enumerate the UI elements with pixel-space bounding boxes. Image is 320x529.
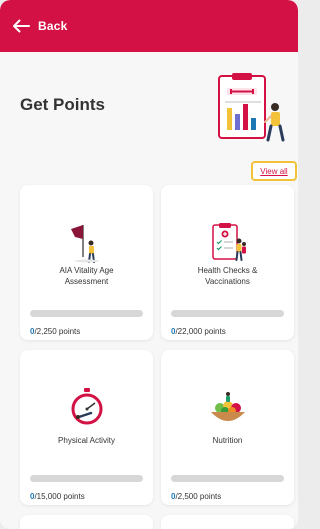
get-points-screen: Back Get Points View all AIA Vitality Ag… <box>0 0 298 529</box>
progress-bar <box>30 475 143 482</box>
progress-bar <box>30 310 143 317</box>
clipboard-chart-illustration <box>218 73 285 142</box>
points-label: 0/2,500 points <box>171 492 221 501</box>
card-title: Health Checks & Vaccinations <box>197 266 258 286</box>
progress-bar <box>171 475 284 482</box>
activity-card-nutrition[interactable]: Nutrition 0/2,500 points <box>161 350 294 505</box>
flag-icon <box>70 225 99 263</box>
points-total: /2,250 points <box>34 327 81 336</box>
card-title: Nutrition <box>212 436 243 445</box>
activity-card-vitality-age[interactable]: AIA Vitality Age Assessment 0/2,250 poin… <box>20 185 153 340</box>
points-total: /22,000 points <box>175 327 226 336</box>
points-total: /15,000 points <box>34 492 85 501</box>
points-label: 0/15,000 points <box>30 492 85 501</box>
activity-card-health-checks[interactable]: Health Checks & Vaccinations 0/22,000 po… <box>161 185 294 340</box>
clipboard-checklist-icon <box>211 223 246 261</box>
arrow-left-icon <box>13 19 30 33</box>
header-bar: Back <box>0 0 298 52</box>
points-label: 0/2,250 points <box>30 327 80 336</box>
activity-card-partial[interactable] <box>20 515 153 529</box>
salad-bowl-icon <box>210 392 245 421</box>
activity-card-physical-activity[interactable]: Physical Activity 0/15,000 points <box>20 350 153 505</box>
activity-card-partial[interactable] <box>161 515 294 529</box>
view-all-link[interactable]: View all <box>251 161 297 181</box>
progress-bar <box>171 310 284 317</box>
points-label: 0/22,000 points <box>171 327 226 336</box>
back-label: Back <box>38 19 68 33</box>
points-total: /2,500 points <box>175 492 222 501</box>
card-title: Physical Activity <box>58 436 115 445</box>
back-button[interactable]: Back <box>12 19 68 33</box>
stopwatch-icon <box>71 388 102 425</box>
page-title: Get Points <box>20 95 106 114</box>
card-title: AIA Vitality Age Assessment <box>59 266 114 286</box>
